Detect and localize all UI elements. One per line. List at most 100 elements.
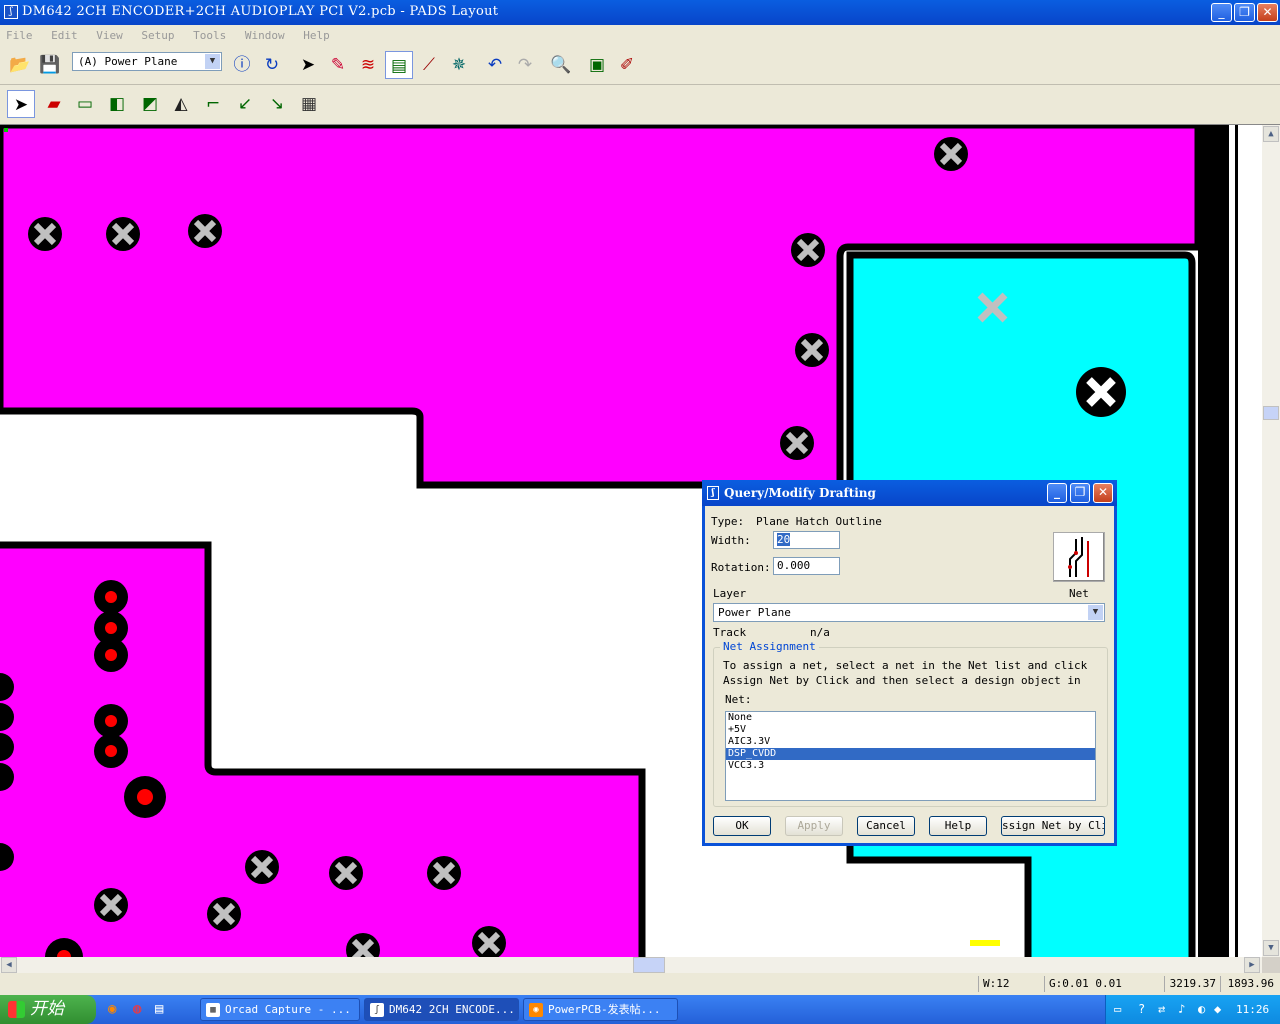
menu-window[interactable]: Window bbox=[245, 29, 285, 42]
copper-cutout-icon[interactable]: ▭ bbox=[71, 90, 99, 118]
orcad-icon: ▦ bbox=[206, 1003, 220, 1017]
apply-button[interactable]: Apply bbox=[785, 816, 843, 836]
help-button[interactable]: Help bbox=[929, 816, 987, 836]
wizard-icon[interactable]: ✐ bbox=[613, 51, 641, 79]
start-button[interactable]: 开始 bbox=[0, 995, 96, 1024]
title-bar[interactable]: ʃ DM642 2CH ENCODER+2CH AUDIOPLAY PCI V2… bbox=[0, 0, 1280, 25]
net-item-aic3v3[interactable]: AIC3.3V bbox=[726, 736, 1095, 748]
minimize-button[interactable]: _ bbox=[1211, 3, 1232, 22]
save-icon[interactable]: 💾 bbox=[36, 51, 64, 79]
design-toolbar-icon[interactable]: ▤ bbox=[385, 51, 413, 79]
text-icon[interactable]: ↙ bbox=[231, 90, 259, 118]
scroll-down-icon[interactable]: ▼ bbox=[1263, 940, 1279, 956]
layer-select[interactable]: Power Plane ▼ bbox=[713, 603, 1105, 622]
board-outline-icon[interactable]: ◭ bbox=[167, 90, 195, 118]
task-orcad[interactable]: ▦ Orcad Capture - ... bbox=[200, 998, 360, 1021]
horizontal-scroll-thumb[interactable] bbox=[633, 957, 665, 973]
cancel-button[interactable]: Cancel bbox=[857, 816, 915, 836]
drafting-icon[interactable]: ✎ bbox=[324, 51, 352, 79]
menu-file[interactable]: File bbox=[6, 29, 33, 42]
status-width: W:12 bbox=[978, 976, 1044, 992]
dialog-maximize-button[interactable]: ❐ bbox=[1070, 483, 1090, 503]
2d-line-icon[interactable]: ⌐ bbox=[199, 90, 227, 118]
selected-marker bbox=[970, 940, 1000, 946]
net-item-dsp-cvdd[interactable]: DSP_CVDD bbox=[726, 748, 1095, 760]
task-pads-layout[interactable]: ʃ DM642 2CH ENCODE... bbox=[364, 998, 519, 1021]
net-instructions-line-2: Assign Net by Click and then select a de… bbox=[723, 674, 1081, 687]
assign-net-by-click-button[interactable]: ssign Net by Clic bbox=[1001, 816, 1105, 836]
select-icon[interactable]: ➤ bbox=[294, 51, 322, 79]
menu-view[interactable]: View bbox=[96, 29, 123, 42]
select-mode-icon[interactable]: ➤ bbox=[7, 90, 35, 118]
maximize-button[interactable]: ❐ bbox=[1234, 3, 1255, 22]
net-item-none[interactable]: None bbox=[726, 712, 1095, 724]
security-icon[interactable]: ◆ bbox=[1214, 1002, 1221, 1016]
task-firefox[interactable]: ◉ PowerPCB-发表帖... bbox=[523, 998, 678, 1021]
windows-logo-icon bbox=[8, 1001, 25, 1018]
menu-edit[interactable]: Edit bbox=[51, 29, 78, 42]
help-icon[interactable]: ? bbox=[1138, 1002, 1145, 1016]
close-button[interactable]: ✕ bbox=[1257, 3, 1278, 22]
width-label: Width: bbox=[711, 534, 751, 547]
vertical-scrollbar[interactable]: ▲ ▼ bbox=[1262, 125, 1280, 957]
firefox-icon[interactable]: ◉ bbox=[108, 1001, 116, 1017]
menu-tools[interactable]: Tools bbox=[193, 29, 226, 42]
ok-button[interactable]: OK bbox=[713, 816, 771, 836]
connect-icon[interactable]: ⟋ bbox=[415, 51, 443, 79]
width-field[interactable]: 20 bbox=[773, 531, 840, 549]
routing-icon[interactable]: ≋ bbox=[354, 51, 382, 79]
app-quicklaunch-icon[interactable]: ◍ bbox=[133, 1001, 141, 1017]
vertical-scroll-thumb[interactable] bbox=[1263, 406, 1279, 420]
query-modify-drafting-dialog: ʃ Query/Modify Drafting _ ❐ ✕ Type: Plan… bbox=[702, 480, 1117, 846]
redraw-icon[interactable]: ↻ bbox=[258, 51, 286, 79]
scroll-right-icon[interactable]: ▶ bbox=[1244, 957, 1260, 973]
dialog-close-button[interactable]: ✕ bbox=[1093, 483, 1113, 503]
plane-area-icon[interactable]: ◧ bbox=[103, 90, 131, 118]
dialog-title-bar[interactable]: ʃ Query/Modify Drafting _ ❐ ✕ bbox=[702, 480, 1117, 506]
from-library-icon[interactable]: ▦ bbox=[295, 90, 323, 118]
system-tray: ▭ ? ⇄ ♪ ◐ ◆ 11:26 bbox=[1105, 995, 1280, 1024]
net-list[interactable]: None +5V AIC3.3V DSP_CVDD VCC3.3 bbox=[725, 711, 1096, 801]
open-folder-icon[interactable]: 📂 bbox=[6, 51, 34, 79]
net-item-vcc3v3[interactable]: VCC3.3 bbox=[726, 760, 1095, 772]
window-title: DM642 2CH ENCODER+2CH AUDIOPLAY PCI V2.p… bbox=[22, 4, 499, 19]
chevron-down-icon[interactable]: ▼ bbox=[205, 54, 220, 69]
net-item-5v[interactable]: +5V bbox=[726, 724, 1095, 736]
copper-icon[interactable]: ▰ bbox=[40, 90, 68, 118]
desktop-icon[interactable]: ▤ bbox=[155, 1001, 163, 1017]
net-button[interactable] bbox=[1053, 532, 1105, 582]
pads-icon: ʃ bbox=[370, 1003, 384, 1017]
standard-toolbar: 📂 💾 (A) Power Plane ▼ ⓘ ↻ ➤ ✎ ≋ ▤ ⟋ ✵ ↶ … bbox=[0, 45, 1280, 85]
volume-icon[interactable]: ♪ bbox=[1178, 1002, 1185, 1016]
net-button-label: Net bbox=[1069, 587, 1089, 600]
layer-label: Layer bbox=[713, 587, 747, 600]
menu-bar: File Edit View Setup Tools Window Help bbox=[0, 25, 1280, 45]
network-icon[interactable]: ⇄ bbox=[1158, 1002, 1165, 1016]
ecos-icon[interactable]: ✵ bbox=[445, 51, 473, 79]
verify-icon[interactable]: ▣ bbox=[583, 51, 611, 79]
info-icon[interactable]: ⓘ bbox=[228, 51, 256, 79]
menu-setup[interactable]: Setup bbox=[141, 29, 174, 42]
plane-cutout-icon[interactable]: ◩ bbox=[136, 90, 164, 118]
antivirus-icon[interactable]: ◐ bbox=[1198, 1002, 1205, 1016]
chevron-down-icon[interactable]: ▼ bbox=[1088, 605, 1103, 620]
via-cyan-2 bbox=[1076, 367, 1126, 417]
horizontal-scrollbar[interactable]: ◀ ▶ bbox=[0, 957, 1262, 973]
scroll-left-icon[interactable]: ◀ bbox=[1, 957, 17, 973]
scroll-up-icon[interactable]: ▲ bbox=[1263, 126, 1279, 142]
dimension-icon[interactable]: ↘ bbox=[263, 90, 291, 118]
menu-help[interactable]: Help bbox=[303, 29, 330, 42]
net-route-icon bbox=[1068, 537, 1089, 577]
undo-icon[interactable]: ↶ bbox=[481, 51, 509, 79]
clock[interactable]: 11:26 bbox=[1236, 1003, 1269, 1016]
track-value: n/a bbox=[810, 626, 830, 639]
zoom-icon[interactable]: 🔍 bbox=[547, 51, 575, 79]
rotation-field[interactable]: 0.000 bbox=[773, 557, 840, 575]
keyboard-icon[interactable]: ▭ bbox=[1114, 1002, 1121, 1016]
redo-icon[interactable]: ↷ bbox=[511, 51, 539, 79]
net-instructions-line-1: To assign a net, select a net in the Net… bbox=[723, 659, 1088, 672]
status-x: 3219.37 bbox=[1164, 976, 1220, 992]
origin-marker bbox=[4, 128, 8, 132]
layer-dropdown[interactable]: (A) Power Plane ▼ bbox=[72, 52, 222, 71]
dialog-minimize-button[interactable]: _ bbox=[1047, 483, 1067, 503]
